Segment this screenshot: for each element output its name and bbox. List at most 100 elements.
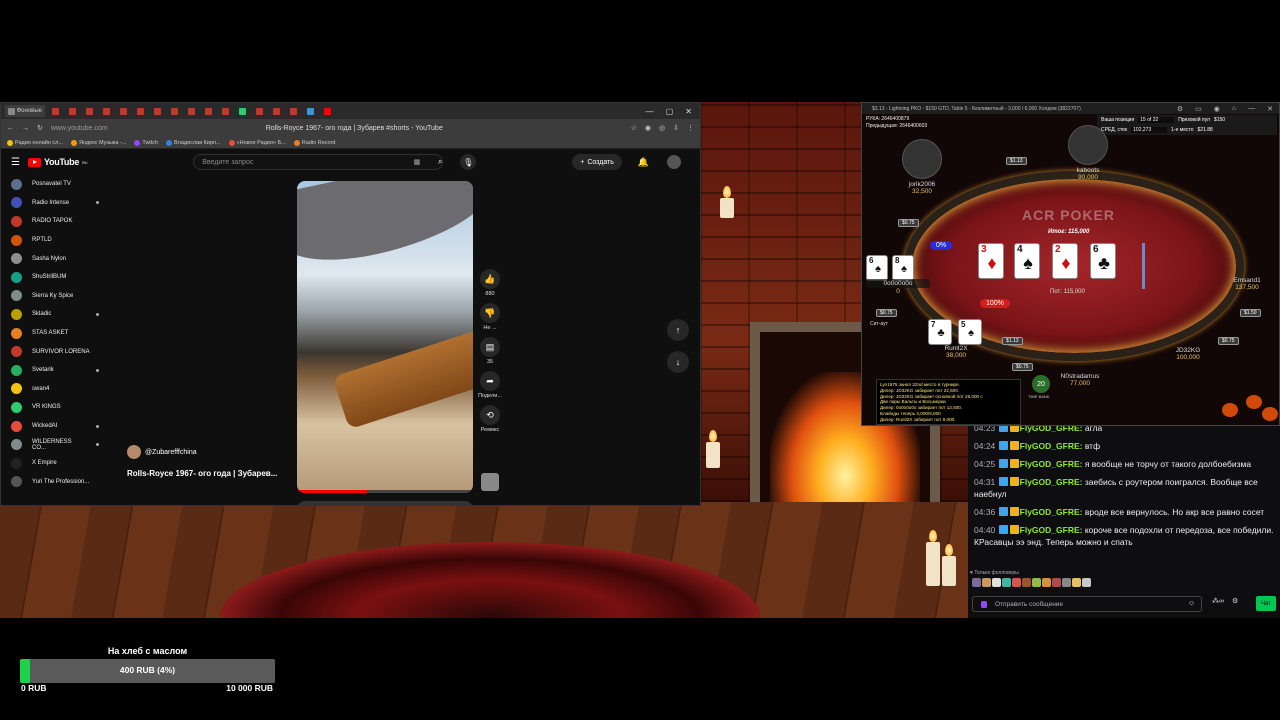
channel-thumbnail[interactable] <box>481 473 499 491</box>
tab[interactable] <box>49 105 62 117</box>
next-short-thumbnail[interactable] <box>297 501 473 505</box>
tab[interactable] <box>287 105 300 117</box>
settings-icon[interactable]: ⚙ <box>1177 105 1183 113</box>
emote[interactable] <box>982 578 991 587</box>
sidebar-channel-item[interactable]: STAS ASKET <box>11 324 111 343</box>
author-handle[interactable]: @Zubarefffchina <box>145 449 197 456</box>
chat-icon[interactable]: ▭ <box>1195 105 1202 113</box>
comment-icon[interactable]: ▤ <box>480 337 500 357</box>
extension-icon[interactable]: ◉ <box>645 124 651 132</box>
bookmark[interactable]: «Новое Радио» Б... <box>228 139 286 146</box>
like-icon[interactable]: 👍 <box>480 269 500 289</box>
youtube-logo[interactable]: YouTube RU <box>27 157 88 167</box>
search-input[interactable]: Введите запрос ▦ <box>193 154 444 170</box>
chat-username[interactable]: FlyGOD_GFRE <box>1020 507 1080 517</box>
chat-input[interactable]: Отправить сообщение ☺ <box>972 596 1202 612</box>
tab-active[interactable]: Фоновые <box>5 105 45 117</box>
sidebar-channel-item[interactable]: Skladic <box>11 305 111 324</box>
bookmark[interactable]: Владислав Кирп... <box>165 139 221 146</box>
tab[interactable] <box>151 105 164 117</box>
tab[interactable] <box>270 105 283 117</box>
chat-send-button[interactable]: Чат <box>1256 596 1276 611</box>
sidebar-channel-item[interactable]: SURVIVOR LORENA <box>11 342 111 361</box>
sidebar-channel-item[interactable]: VR KINGS <box>11 398 111 417</box>
like-action[interactable]: 👍 880 <box>477 269 503 297</box>
extension-icon[interactable]: ◎ <box>659 124 665 132</box>
maximize-button[interactable]: ▢ <box>666 107 674 116</box>
tab[interactable] <box>83 105 96 117</box>
sidebar-channel-item[interactable]: WickedAI <box>11 417 111 436</box>
share-icon[interactable]: ➦ <box>480 371 500 391</box>
tab[interactable] <box>185 105 198 117</box>
tab[interactable] <box>304 105 317 117</box>
video-progress-bar[interactable] <box>297 490 473 493</box>
url-field[interactable]: www.youtube.com <box>51 125 108 132</box>
emote[interactable] <box>992 578 1001 587</box>
author-avatar[interactable] <box>127 445 141 459</box>
sidebar-channel-item[interactable]: Radio Intense <box>11 194 111 213</box>
tab[interactable] <box>253 105 266 117</box>
sidebar-channel-item[interactable]: WILDERNESS CO... <box>11 435 111 454</box>
minimize-icon[interactable]: — <box>1248 105 1255 113</box>
emote[interactable] <box>1042 578 1051 587</box>
sidebar-channel-item[interactable]: ShuStrilBUM <box>11 268 111 287</box>
sidebar-channel-item[interactable]: RPTLD <box>11 231 111 250</box>
sidebar-channel-item[interactable]: Sasha Nylon <box>11 249 111 268</box>
back-icon[interactable]: ← <box>7 125 14 132</box>
sidebar-channel-item[interactable]: Svetarik <box>11 361 111 380</box>
sidebar-channel-item[interactable]: Sierra Ky Spice <box>11 287 111 306</box>
chat-settings-icon[interactable]: ⚙ <box>1232 597 1238 605</box>
emote[interactable] <box>1062 578 1071 587</box>
emote[interactable] <box>1012 578 1021 587</box>
eye-icon[interactable]: ◉ <box>1214 105 1220 113</box>
sidebar-channel-item[interactable]: Posnavatel TV <box>11 175 111 194</box>
sidebar-channel-item[interactable]: RADIO TAPOK <box>11 212 111 231</box>
tab[interactable] <box>236 105 249 117</box>
lobby-icon[interactable]: ⌂ <box>1232 105 1236 113</box>
short-video-player[interactable] <box>297 181 473 493</box>
menu-icon[interactable]: ⋮ <box>687 124 694 132</box>
emote-picker-icon[interactable]: ☺ <box>1188 600 1195 607</box>
short-author[interactable]: @Zubarefffchina <box>127 445 197 459</box>
minimize-button[interactable]: — <box>646 107 654 116</box>
next-short-button[interactable]: ↓ <box>667 351 689 373</box>
bits-icon[interactable]: ⁂∞ <box>1212 597 1224 605</box>
sidebar-channel-item[interactable]: Yuri The Profession... <box>11 473 111 492</box>
remix-icon[interactable]: ⟲ <box>480 405 500 425</box>
tab[interactable] <box>66 105 79 117</box>
emote[interactable] <box>1002 578 1011 587</box>
emote[interactable] <box>1022 578 1031 587</box>
chat-username[interactable]: FlyGOD_GFRE <box>1020 426 1080 433</box>
close-button[interactable]: ✕ <box>685 107 692 116</box>
emote[interactable] <box>972 578 981 587</box>
close-icon[interactable]: ✕ <box>1267 105 1273 113</box>
download-icon[interactable]: ⇩ <box>673 124 679 132</box>
emote[interactable] <box>1052 578 1061 587</box>
bookmark-star-icon[interactable]: ☆ <box>631 124 637 132</box>
tab[interactable] <box>321 105 334 117</box>
bookmark[interactable]: Radio Record <box>293 139 335 146</box>
search-button[interactable]: ⌕ <box>428 154 452 170</box>
keyboard-icon[interactable]: ▦ <box>414 158 421 166</box>
tab[interactable] <box>168 105 181 117</box>
hamburger-menu-icon[interactable]: ☰ <box>11 157 20 168</box>
share-action[interactable]: ➦ Подели... <box>477 371 503 399</box>
short-title[interactable]: Rolls-Royce 1967- ого года | Зубарев... <box>127 469 293 478</box>
comments-action[interactable]: ▤ 35 <box>477 337 503 365</box>
chat-username[interactable]: FlyGOD_GFRE <box>1020 459 1080 469</box>
sidebar-channel-item[interactable]: swan4 <box>11 380 111 399</box>
reload-icon[interactable]: ↻ <box>37 124 43 132</box>
dislike-icon[interactable]: 👎 <box>480 303 500 323</box>
bookmark[interactable]: Twitch <box>134 139 158 146</box>
remix-action[interactable]: ⟲ Ремикс <box>477 405 503 433</box>
tab[interactable] <box>100 105 113 117</box>
emote[interactable] <box>1032 578 1041 587</box>
tab[interactable] <box>134 105 147 117</box>
dislike-action[interactable]: 👎 Не ... <box>477 303 503 331</box>
tab[interactable] <box>202 105 215 117</box>
chat-username[interactable]: FlyGOD_GFRE <box>1020 477 1080 487</box>
chat-username[interactable]: FlyGOD_GFRE <box>1020 441 1080 451</box>
emote[interactable] <box>1082 578 1091 587</box>
channel-points-icon[interactable] <box>981 601 987 608</box>
chat-username[interactable]: FlyGOD_GFRE <box>1020 525 1080 535</box>
